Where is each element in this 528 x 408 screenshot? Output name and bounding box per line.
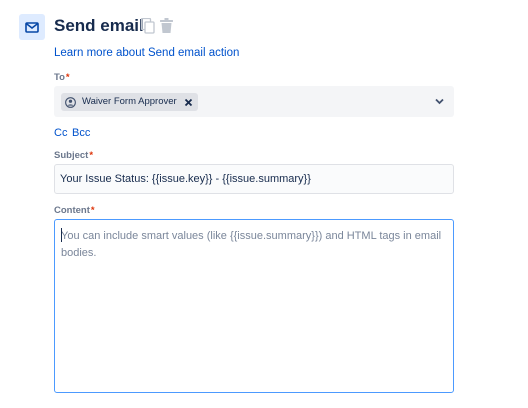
close-icon[interactable] (184, 98, 193, 107)
to-label-text: To (54, 72, 65, 83)
subject-required-marker: * (89, 150, 94, 161)
subject-input[interactable]: Your Issue Status: {{issue.key}} - {{iss… (54, 164, 454, 194)
trash-icon[interactable] (160, 18, 173, 33)
chevron-down-icon[interactable] (435, 98, 444, 105)
page-title: Send email (54, 16, 144, 35)
mail-icon (25, 21, 39, 33)
text-caret (61, 228, 62, 242)
to-required-marker: * (65, 72, 70, 83)
learn-more-link[interactable]: Learn more about Send email action (54, 46, 239, 60)
subject-label-text: Subject (54, 150, 89, 161)
content-label-text: Content (54, 205, 90, 216)
to-field[interactable]: Waiver Form Approver (54, 86, 454, 117)
content-textarea[interactable] (54, 219, 454, 393)
mail-icon-tile (19, 14, 45, 40)
subject-label: Subject* (54, 150, 93, 162)
to-label: To* (54, 72, 70, 84)
cc-link[interactable]: Cc (54, 126, 67, 140)
recipient-name: Waiver Form Approver (82, 96, 177, 107)
bcc-link[interactable]: Bcc (72, 126, 90, 140)
recipient-chip[interactable]: Waiver Form Approver (61, 93, 198, 111)
content-label: Content* (54, 205, 95, 217)
copy-icon[interactable] (141, 18, 155, 34)
user-circle-icon (65, 96, 76, 108)
content-required-marker: * (90, 205, 95, 216)
